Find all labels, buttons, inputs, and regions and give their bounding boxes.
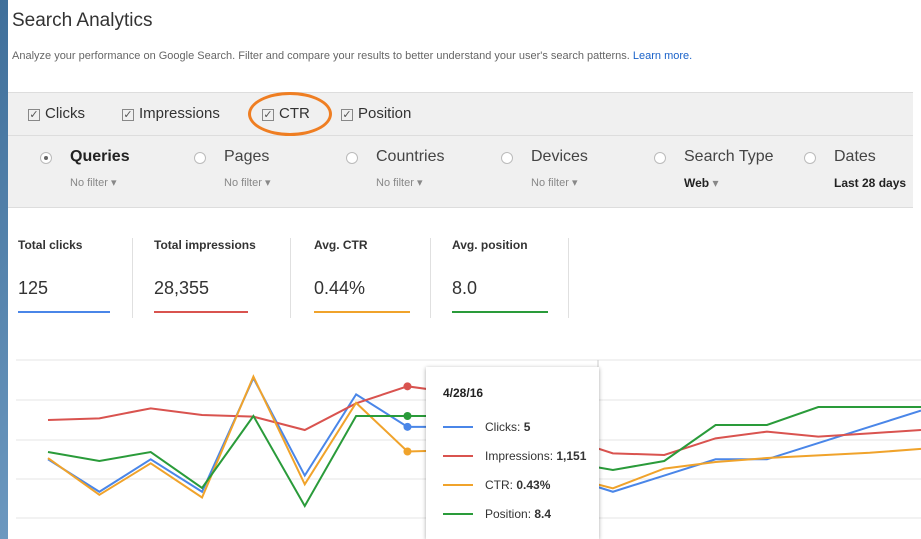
chart-tooltip: 4/28/16 Clicks: 5 Impressions: 1,151 CTR…	[426, 367, 599, 539]
highlight-point-impressions	[403, 382, 412, 391]
tooltip-row-ctr: CTR: 0.43%	[443, 478, 550, 492]
highlight-point-ctr	[403, 447, 412, 456]
highlight-point-clicks	[403, 422, 412, 431]
highlight-point-position	[403, 412, 412, 420]
tooltip-row-position: Position: 8.4	[443, 507, 551, 521]
tooltip-row-clicks: Clicks: 5	[443, 420, 530, 434]
tooltip-row-impressions: Impressions: 1,151	[443, 449, 586, 463]
